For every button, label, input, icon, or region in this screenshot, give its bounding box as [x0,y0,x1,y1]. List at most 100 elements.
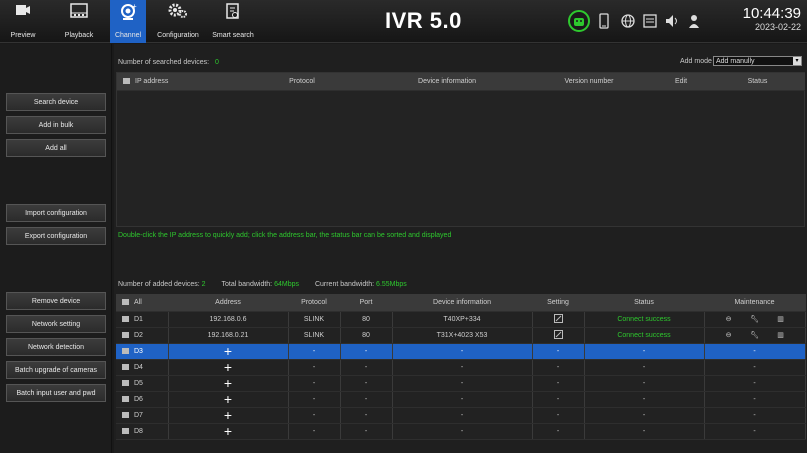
maintenance-cell[interactable]: - [704,423,806,440]
add-in-bulk-button[interactable]: Add in bulk [6,116,106,134]
export-configuration-button[interactable]: Export configuration [6,227,106,245]
checkbox-icon[interactable] [122,315,129,322]
search-device-button[interactable]: Search device [6,93,106,111]
port-cell: - [340,391,393,408]
status-cell: Connect success [584,327,705,344]
nav-smart-search[interactable]: Smart search [208,0,258,43]
added-header-row: All Address Protocol Port Device informa… [116,294,806,312]
port-cell: - [340,359,393,376]
address-cell[interactable]: + [168,359,289,376]
address-cell[interactable]: 192.168.0.21 [168,327,289,344]
nav-channel[interactable]: + Channel [110,0,146,43]
checkbox-icon[interactable] [122,427,129,434]
searched-count: Number of searched devices: 0 [118,59,219,66]
searched-count-value: 0 [215,59,219,66]
maintenance-cell[interactable]: - [704,359,806,376]
address-cell[interactable]: + [168,407,289,424]
table-row[interactable]: D4 + - - - - - - [116,359,806,376]
delete-icon[interactable]: ▥ [768,315,794,323]
address-cell[interactable]: + [168,391,289,408]
setting-cell[interactable]: - [532,423,585,440]
channel-id: D5 [134,379,143,387]
col-status[interactable]: Status [584,294,705,312]
nav-configuration[interactable]: Configuration [150,0,206,43]
maintenance-cell[interactable]: - [704,343,806,360]
table-row[interactable]: D3 + - - - - - - [116,343,806,360]
nav-playback[interactable]: Playback [60,0,98,43]
setting-cell[interactable]: - [532,407,585,424]
table-row[interactable]: D5 + - - - - - - [116,375,806,392]
table-row[interactable]: D8 + - - - - - - [116,423,806,440]
checkbox-icon[interactable] [123,77,130,84]
checkbox-icon[interactable] [122,347,129,354]
table-row[interactable]: D6 + - - - - - - [116,391,806,408]
maintenance-cell[interactable]: ⊖ 🔧︎ ▥ [704,311,806,328]
col-ip-address[interactable]: IP address [117,73,238,91]
col-all[interactable]: All [116,294,169,312]
col-address[interactable]: Address [168,294,289,312]
channel-id-cell[interactable]: D1 [116,311,169,328]
maintenance-cell[interactable]: - [704,391,806,408]
network-detection-button[interactable]: Network detection [6,338,106,356]
remove-device-button[interactable]: Remove device [6,292,106,310]
search-results-area[interactable]: IP address Protocol Device information V… [116,72,805,227]
edit-icon[interactable] [553,313,563,323]
channel-id-cell[interactable]: D2 [116,327,169,344]
table-row[interactable]: D2 192.168.0.21 SLINK 80 T31X+4023 X53 Connec… [116,327,806,344]
add-all-button[interactable]: Add all [6,139,106,157]
col-status[interactable]: Status [711,73,805,91]
edit-icon[interactable] [553,329,563,339]
address-cell[interactable]: 192.168.0.6 [168,311,289,328]
zoom-out-icon[interactable]: ⊖ [716,315,742,323]
zoom-out-icon[interactable]: ⊖ [716,331,742,339]
col-setting: Setting [532,294,585,312]
setting-cell[interactable]: - [532,359,585,376]
device-info-cell: T40XP+334 [392,311,533,328]
setting-cell[interactable] [532,327,585,344]
checkbox-icon[interactable] [122,411,129,418]
import-configuration-button[interactable]: Import configuration [6,204,106,222]
add-mode-select[interactable]: Add manully ▾ [713,56,802,66]
channel-id-cell[interactable]: D8 [116,423,169,440]
channel-id-cell[interactable]: D6 [116,391,169,408]
user-icon[interactable] [686,13,702,29]
volume-icon[interactable] [664,13,680,29]
checkbox-icon[interactable] [122,395,129,402]
nav-preview-label: Preview [10,32,36,39]
clock-date: 2023-02-22 [754,22,801,32]
channel-id-cell[interactable]: D4 [116,359,169,376]
batch-upgrade-button[interactable]: Batch upgrade of cameras [6,361,106,379]
maintenance-cell[interactable]: - [704,407,806,424]
batch-input-button[interactable]: Batch input user and pwd [6,384,106,402]
globe-icon[interactable] [620,13,636,29]
setting-cell[interactable]: - [532,375,585,392]
address-cell[interactable]: + [168,423,289,440]
maintenance-cell[interactable]: ⊖ 🔧︎ ▥ [704,327,806,344]
address-cell[interactable]: + [168,375,289,392]
table-row[interactable]: D1 192.168.0.6 SLINK 80 T40XP+334 Connect suc… [116,311,806,328]
checkbox-icon[interactable] [122,379,129,386]
wrench-icon[interactable]: 🔧︎ [742,315,768,323]
setting-cell[interactable]: - [532,343,585,360]
col-version: Version number [527,73,652,91]
setting-cell[interactable] [532,311,585,328]
setting-cell[interactable]: - [532,391,585,408]
checkbox-icon[interactable] [122,298,129,305]
delete-icon[interactable]: ▥ [768,331,794,339]
status-cell: - [584,375,705,392]
col-device-info: Device information [392,294,533,312]
channel-id-cell[interactable]: D7 [116,407,169,424]
address-cell[interactable]: + [168,343,289,360]
checkbox-icon[interactable] [122,331,129,338]
wrench-icon[interactable]: 🔧︎ [742,331,768,339]
channel-id-cell[interactable]: D5 [116,375,169,392]
storage-icon[interactable] [642,13,658,29]
table-row[interactable]: D7 + - - - - - - [116,407,806,424]
robot-status-icon[interactable] [568,10,590,32]
network-setting-button[interactable]: Network setting [6,315,106,333]
checkbox-icon[interactable] [122,363,129,370]
nav-preview[interactable]: Preview [8,0,38,43]
channel-id-cell[interactable]: D3 [116,343,169,360]
maintenance-cell[interactable]: - [704,375,806,392]
phone-icon[interactable] [596,13,612,29]
